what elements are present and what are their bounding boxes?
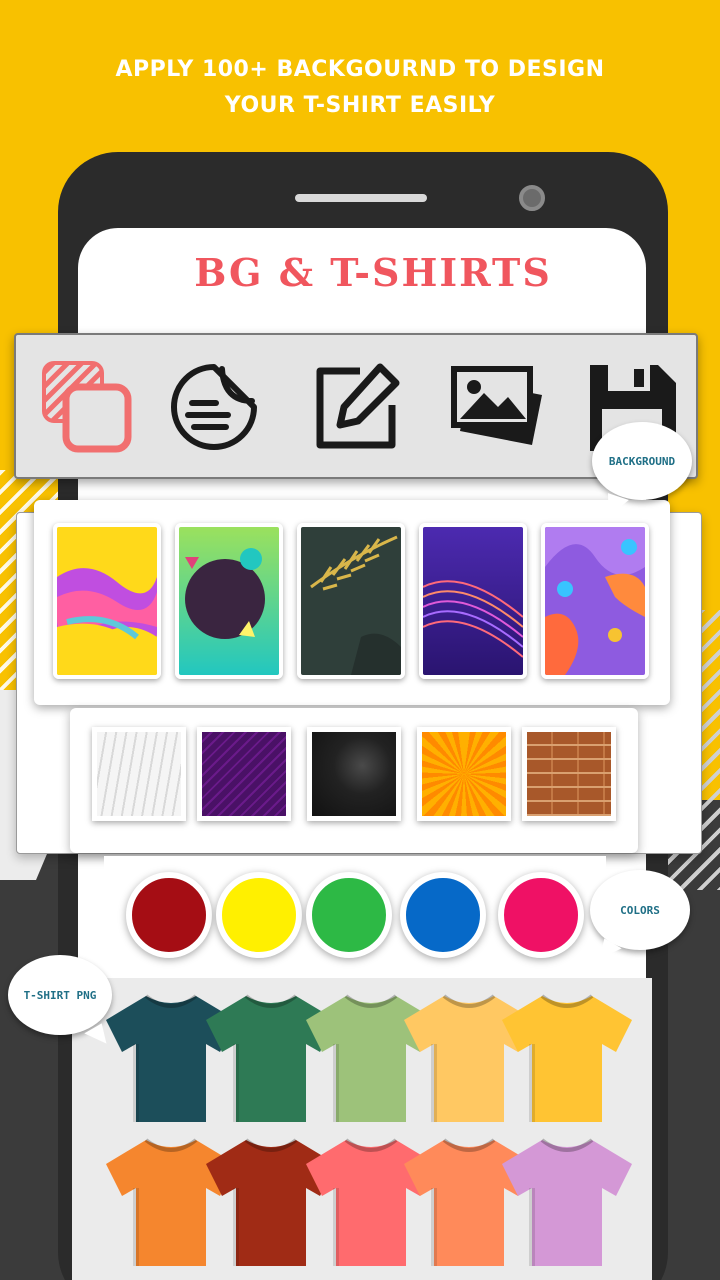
background-thumb-3[interactable] (297, 523, 405, 679)
background-thumb-4[interactable] (419, 523, 527, 679)
texture-thumb-5[interactable] (522, 727, 616, 821)
background-thumb-5[interactable] (541, 523, 649, 679)
color-swatch-pink[interactable] (498, 872, 584, 958)
sticker-icon (171, 364, 257, 450)
tshirt-icon (502, 994, 632, 1122)
edit-icon (316, 363, 400, 449)
headline-line-1: APPLY 100+ BACKGOURND TO DESIGN (115, 57, 605, 82)
mesh-background-image (423, 527, 523, 675)
tshirt-item[interactable] (500, 1134, 634, 1270)
texture-thumb-4[interactable] (417, 727, 511, 821)
headline-line-2: YOUR T-SHIRT EASILY (224, 93, 496, 118)
leaf-background-image (301, 527, 401, 675)
background-thumb-1[interactable] (53, 523, 161, 679)
texture-thumb-2[interactable] (197, 727, 291, 821)
tshirt-bubble-label: T-SHIRT PNG (23, 988, 97, 1002)
headline: APPLY 100+ BACKGOURND TO DESIGN YOUR T-S… (0, 52, 720, 124)
colors-bubble-label: COLORS (620, 903, 660, 917)
fluid-background-image (545, 527, 645, 675)
wave-background-image (57, 527, 157, 675)
sticker-button[interactable] (164, 357, 264, 457)
tshirt-bubble: T-SHIRT PNG (8, 955, 112, 1035)
background-bubble: BACKGROUND (592, 422, 692, 500)
phone-camera (519, 185, 545, 211)
tshirt-icon (502, 1138, 632, 1266)
color-swatch-red[interactable] (126, 872, 212, 958)
gallery-icon (451, 366, 542, 445)
layers-icon (42, 361, 132, 453)
texture-thumb-3[interactable] (307, 727, 401, 821)
color-swatch-green[interactable] (306, 872, 392, 958)
gallery-button[interactable] (448, 357, 548, 457)
screen-title: BG & T-SHIRTS (194, 250, 552, 295)
colors-bubble: COLORS (590, 870, 690, 950)
circle-background-image (179, 527, 279, 675)
layers-button[interactable] (38, 357, 138, 457)
phone-speaker (295, 194, 427, 202)
background-bubble-label: BACKGROUND (608, 454, 676, 468)
color-swatch-yellow[interactable] (216, 872, 302, 958)
edit-button[interactable] (306, 357, 406, 457)
tshirt-item[interactable] (500, 990, 634, 1126)
color-swatch-blue[interactable] (400, 872, 486, 958)
background-thumb-2[interactable] (175, 523, 283, 679)
texture-thumb-1[interactable] (92, 727, 186, 821)
